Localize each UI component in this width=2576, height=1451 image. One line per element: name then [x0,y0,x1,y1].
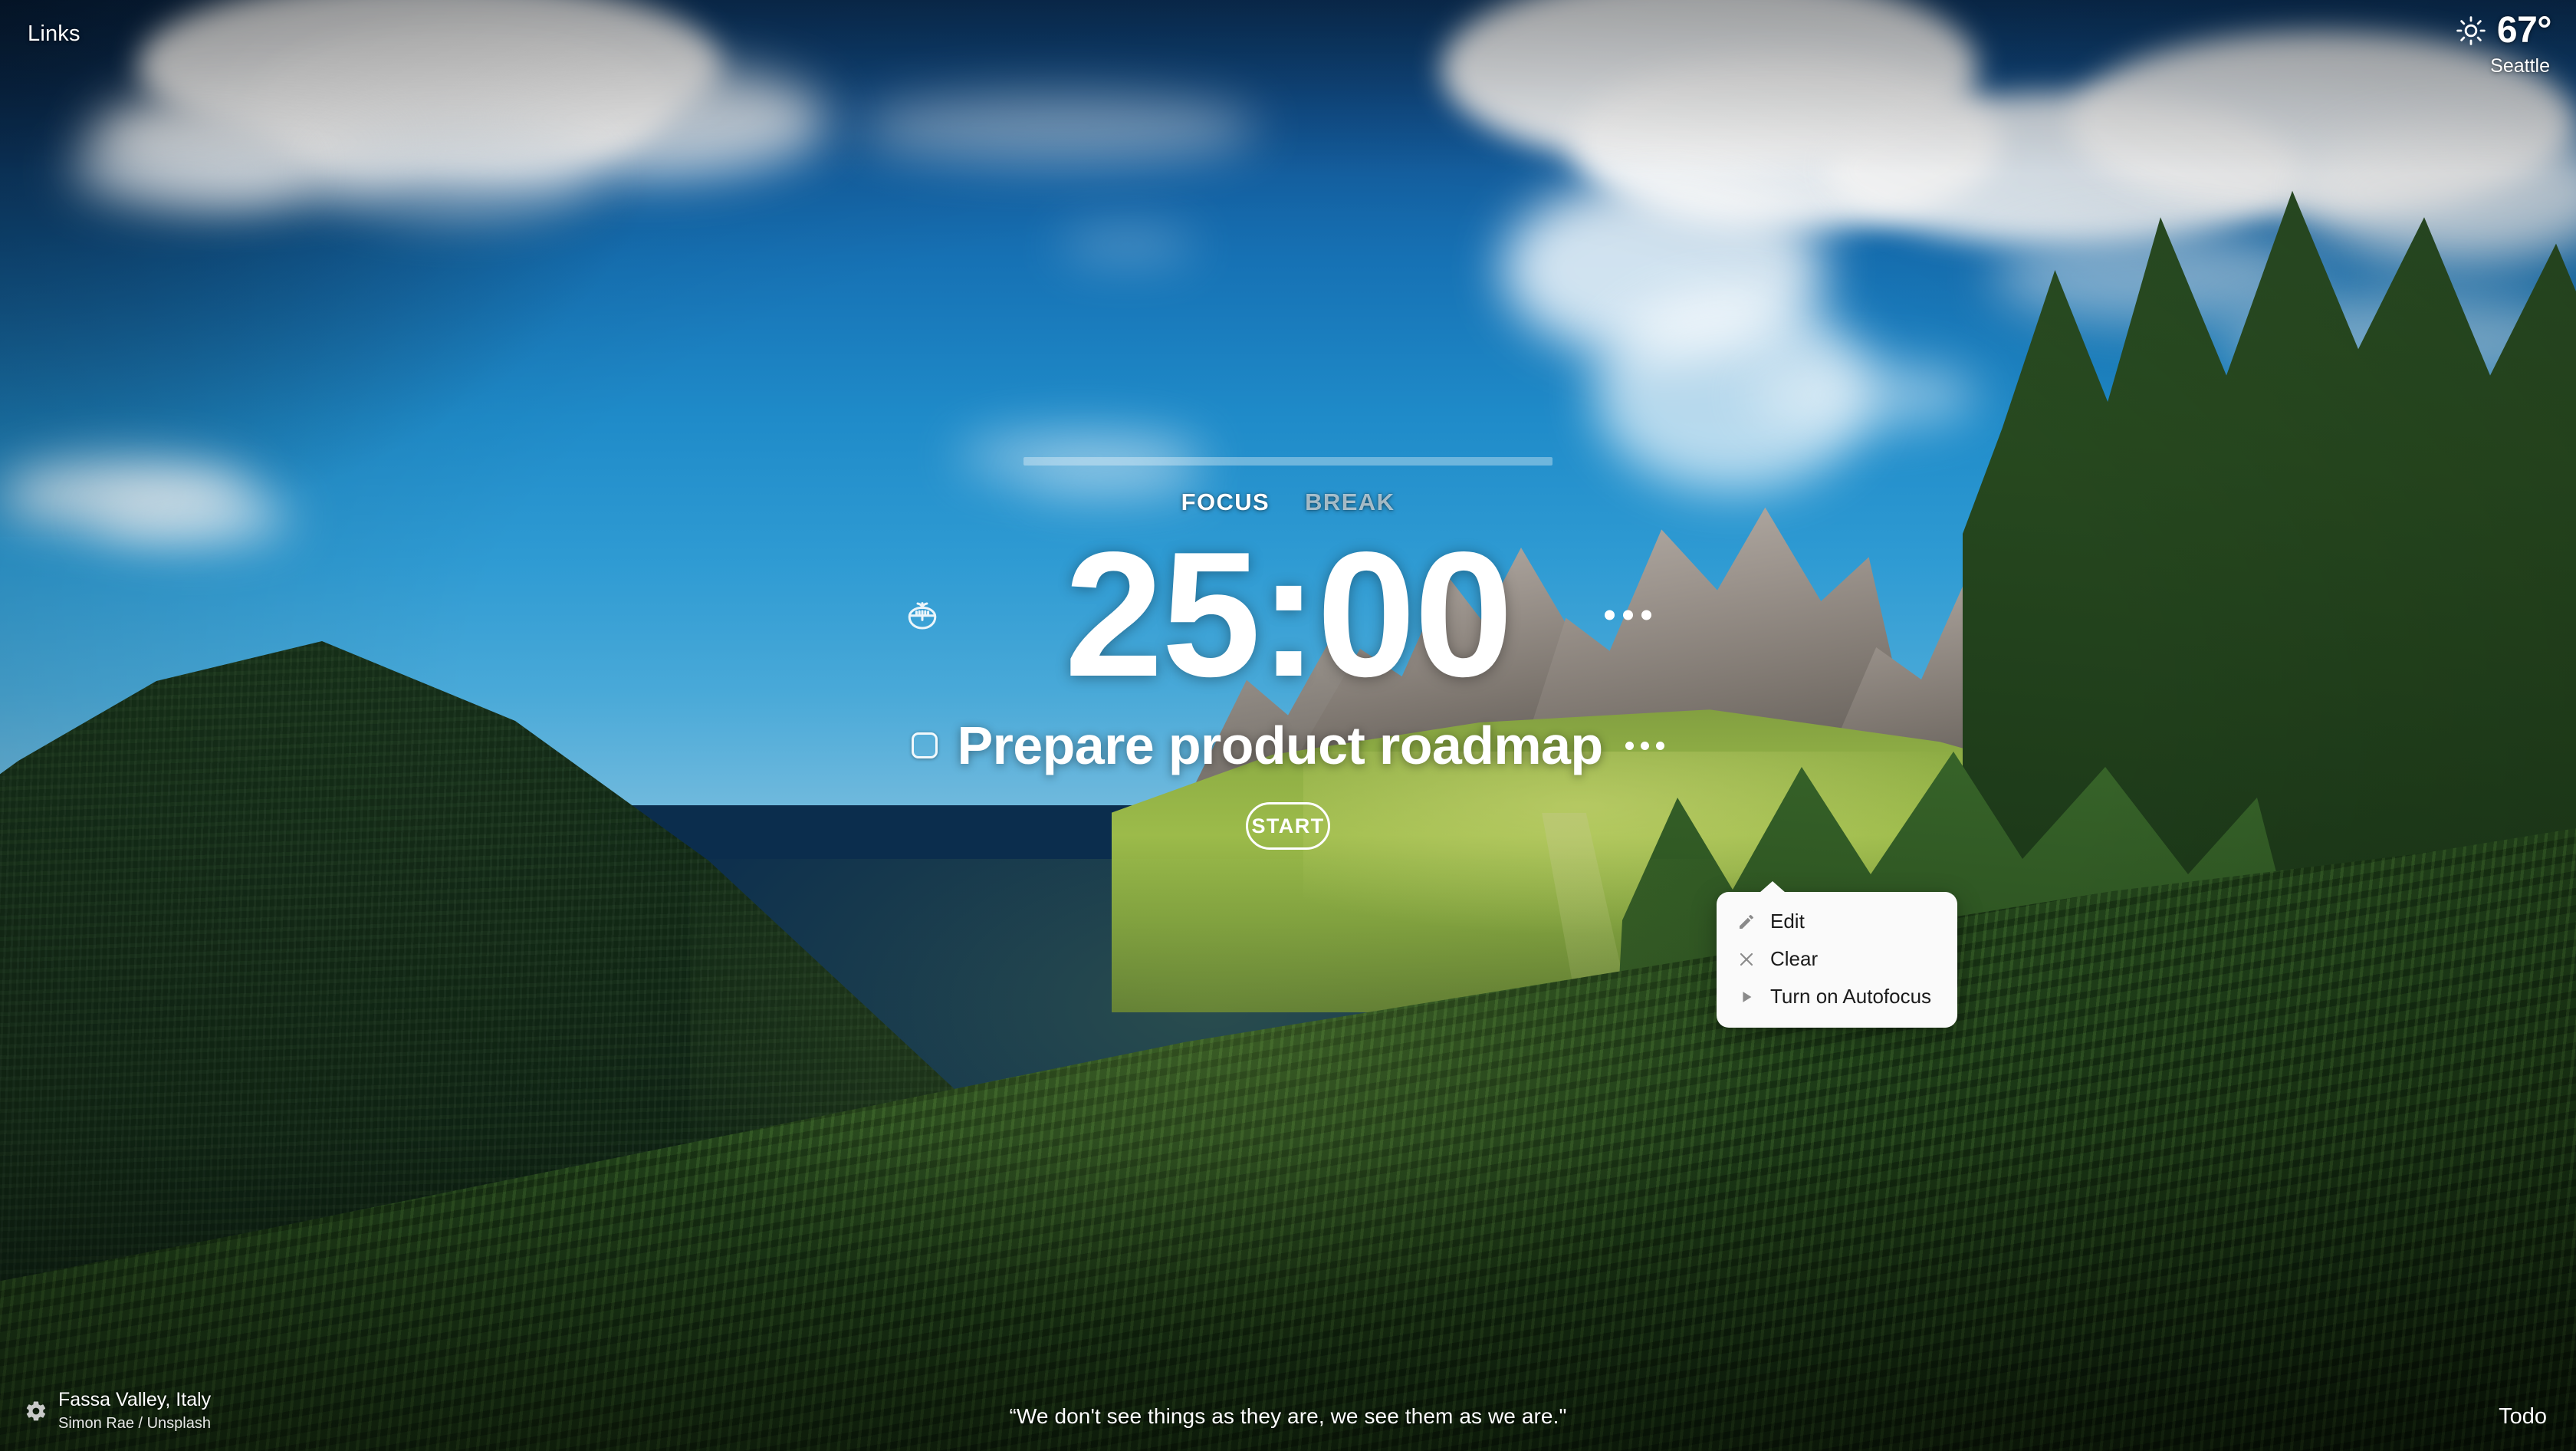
tab-break[interactable]: BREAK [1305,489,1395,516]
menu-item-turn-on-autofocus[interactable]: Turn on Autofocus [1717,978,1957,1015]
dot [1623,610,1633,620]
todo-button[interactable]: Todo [2499,1404,2547,1430]
pomodoro-timer: FOCUS BREAK 25:00 Prepare product roadma… [0,457,2576,851]
tab-focus[interactable]: FOCUS [1181,489,1270,516]
tomato-icon [904,597,941,633]
play-triangle-icon [1737,987,1756,1007]
weather-widget[interactable]: 67° Seattle [2456,10,2552,77]
timer-ellipsis-icon[interactable] [1605,610,1651,620]
quote-text: “We don't see things as they are, we see… [1009,1404,1567,1428]
dot [1641,741,1650,750]
weather-city: Seattle [2490,55,2550,77]
dot [1656,741,1665,750]
timer-display[interactable]: 25:00 [1064,522,1513,708]
weather-top-row: 67° [2456,10,2552,51]
dot [1625,741,1635,750]
menu-item-edit[interactable]: Edit [1717,903,1957,940]
start-button[interactable]: START [1246,802,1330,851]
dot [1605,610,1615,620]
task-ellipsis-icon[interactable] [1625,741,1665,750]
task-context-menu: Edit Clear Turn on Autofocus [1717,881,1957,1028]
timer-mode-tabs: FOCUS BREAK [1181,489,1395,516]
menu-item-label: Clear [1770,947,1819,970]
menu-item-label: Turn on Autofocus [1770,985,1932,1008]
sun-icon [2456,15,2486,46]
menu-item-clear[interactable]: Clear [1717,940,1957,978]
timer-clock-row: 25:00 [0,522,2576,707]
dot [1641,610,1651,620]
pencil-icon [1737,912,1756,932]
active-task-row: Prepare product roadmap [911,715,1665,776]
task-title[interactable]: Prepare product roadmap [958,715,1604,776]
task-checkbox[interactable] [911,732,938,759]
timer-progress-bar[interactable] [1024,457,1552,466]
links-button[interactable]: Links [28,21,80,47]
weather-temperature: 67° [2496,10,2552,51]
close-x-icon [1737,949,1756,969]
menu-item-label: Edit [1770,910,1805,933]
